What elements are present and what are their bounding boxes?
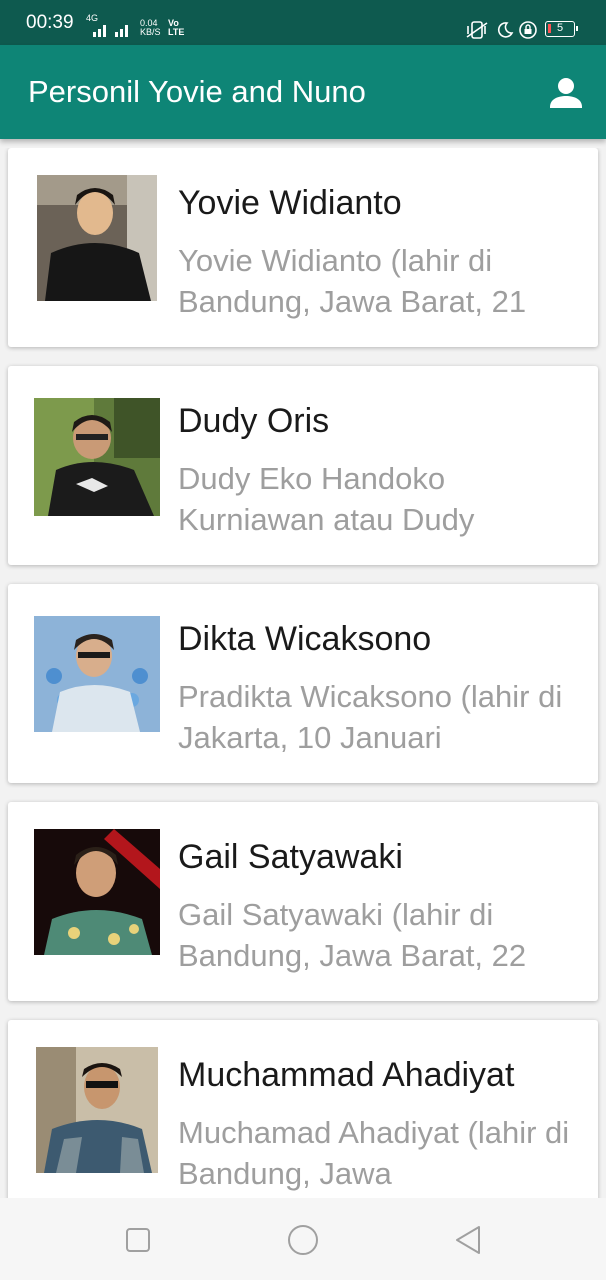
member-card[interactable]: Dikta Wicaksono Pradikta Wicaksono (lahi… bbox=[8, 584, 598, 783]
battery-level: 5 bbox=[556, 22, 564, 34]
member-photo bbox=[36, 1047, 158, 1173]
member-description: Dudy Eko Handoko Kurniawan atau Dudy bbox=[178, 461, 475, 537]
battery-icon: 5 bbox=[545, 21, 578, 37]
profile-button[interactable] bbox=[546, 73, 586, 113]
person-icon bbox=[550, 78, 582, 108]
member-name: Muchammad Ahadiyat bbox=[178, 1056, 515, 1094]
member-card[interactable]: Gail Satyawaki Gail Satyawaki (lahir di … bbox=[8, 802, 598, 1001]
status-bar: 00:39 4G 0.04 KB/S Vo LTE 5 bbox=[0, 0, 606, 45]
member-name: Gail Satyawaki bbox=[178, 838, 403, 876]
member-photo bbox=[34, 616, 160, 732]
recent-apps-icon bbox=[126, 1228, 150, 1252]
member-photo bbox=[34, 398, 160, 516]
home-icon bbox=[288, 1225, 318, 1255]
member-name: Yovie Widianto bbox=[178, 184, 402, 222]
navigation-bar bbox=[0, 1198, 606, 1280]
vibrate-icon bbox=[465, 21, 489, 44]
app-title: Personil Yovie and Nuno bbox=[28, 74, 366, 109]
member-card[interactable]: Dudy Oris Dudy Eko Handoko Kurniawan ata… bbox=[8, 366, 598, 565]
recent-apps-button[interactable] bbox=[120, 1222, 156, 1258]
back-icon bbox=[456, 1226, 480, 1254]
member-description: Muchamad Ahadiyat (lahir di Bandung, Jaw… bbox=[178, 1115, 570, 1191]
member-description: Yovie Widianto (lahir di Bandung, Jawa B… bbox=[178, 243, 527, 319]
back-button[interactable] bbox=[450, 1222, 486, 1258]
app-bar: Personil Yovie and Nuno bbox=[0, 45, 606, 139]
member-card[interactable]: Muchammad Ahadiyat Muchamad Ahadiyat (la… bbox=[8, 1020, 598, 1198]
moon-icon bbox=[494, 21, 514, 44]
member-card[interactable]: Yovie Widianto Yovie Widianto (lahir di … bbox=[8, 148, 598, 347]
member-description: Gail Satyawaki (lahir di Bandung, Jawa B… bbox=[178, 897, 527, 973]
member-photo bbox=[37, 175, 157, 301]
member-name: Dikta Wicaksono bbox=[178, 620, 432, 658]
network-speed: 0.04 KB/S bbox=[140, 18, 161, 37]
lock-icon bbox=[519, 21, 539, 44]
member-photo bbox=[34, 829, 160, 955]
volte-indicator: Vo LTE bbox=[168, 18, 185, 37]
member-name: Dudy Oris bbox=[178, 402, 330, 440]
home-button[interactable] bbox=[285, 1222, 321, 1258]
member-description: Pradikta Wicaksono (lahir di Jakarta, 10… bbox=[178, 679, 563, 755]
member-list: Yovie Widianto Yovie Widianto (lahir di … bbox=[0, 148, 606, 1198]
status-time: 00:39 bbox=[26, 12, 74, 33]
signal-icon bbox=[93, 21, 133, 42]
